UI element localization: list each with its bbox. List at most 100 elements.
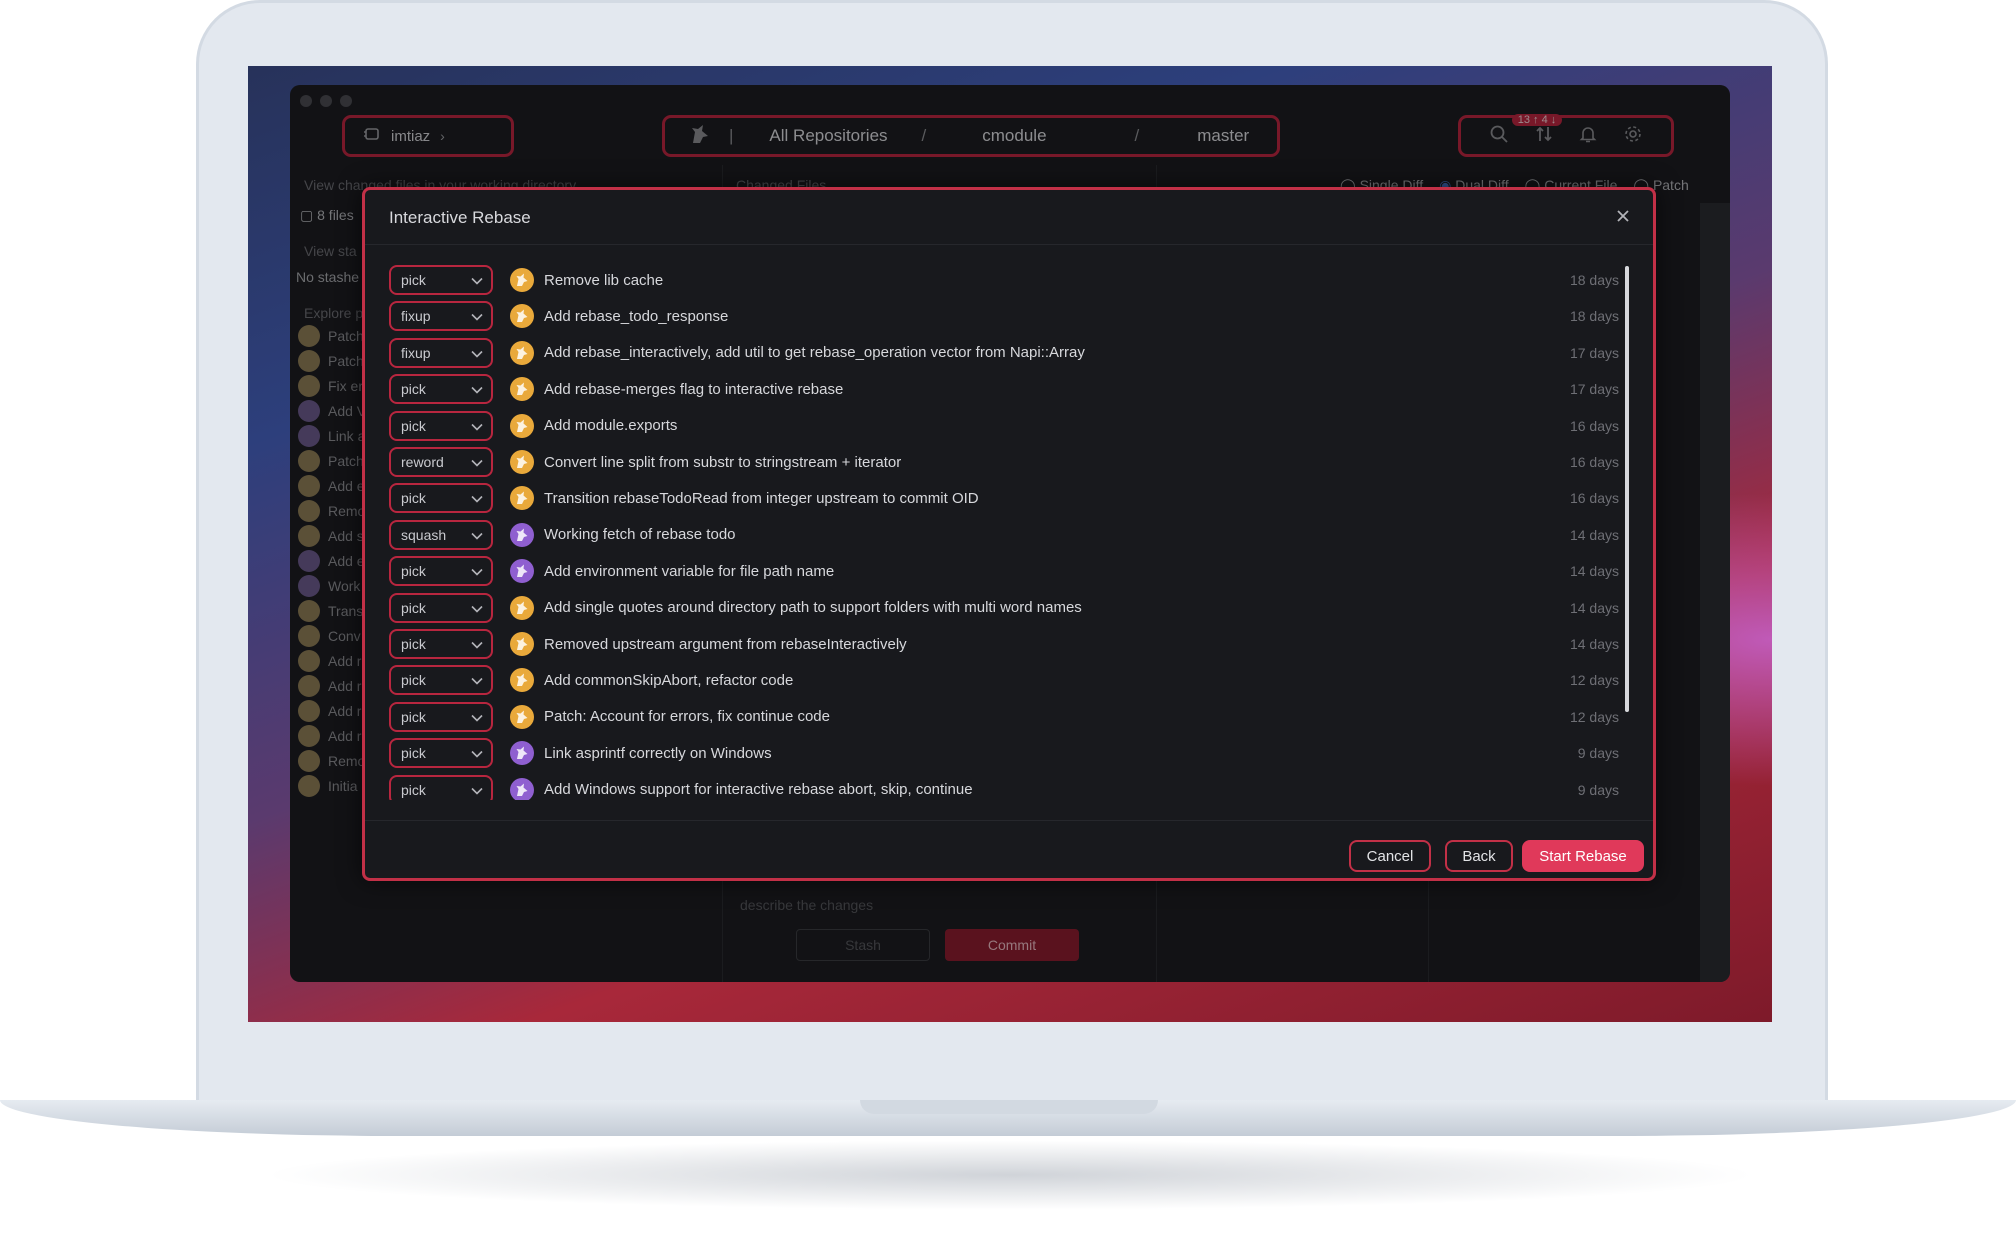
rebase-action-select[interactable]: pick [389,592,493,623]
commit-row[interactable]: pick Add single quotes around directory p… [389,592,1619,624]
author-avatar [510,413,534,438]
commit-row[interactable]: pick Add environment variable for file pa… [389,555,1619,587]
chevron-down-icon [471,527,483,543]
commit-age: 17 days [1569,381,1619,398]
rebase-action-select[interactable]: pick [389,265,493,295]
rebase-action-select[interactable]: pick [389,629,493,659]
rebase-action-select[interactable]: pick [389,774,493,800]
author-avatar [510,522,534,547]
commit-message: Add rebase_interactively, add util to ge… [544,344,1085,362]
rebase-action-value: pick [401,745,426,762]
rebase-action-select[interactable]: fixup [389,301,493,332]
chevron-down-icon [471,454,483,470]
chevron-down-icon [471,308,483,324]
rebase-action-value: pick [401,672,426,689]
author-avatar [510,777,534,800]
author-avatar [510,340,534,365]
commit-age: 9 days [1577,745,1619,762]
author-avatar [510,595,534,620]
chevron-down-icon [471,272,483,288]
rebase-action-select[interactable]: pick [389,556,493,587]
commit-age: 18 days [1569,272,1619,288]
rebase-action-value: pick [401,272,426,288]
rebase-action-select[interactable]: pick [389,483,493,514]
commit-message: Add module.exports [544,417,678,435]
laptop-notch [860,1100,1158,1114]
rebase-action-select[interactable]: fixup [389,337,493,368]
rebase-action-select[interactable]: pick [389,701,493,732]
commit-row[interactable]: pick Remove lib cache 18 days [389,264,1619,296]
commit-row[interactable]: reword Convert line split from substr to … [389,446,1619,478]
author-avatar [510,704,534,729]
chevron-down-icon [471,672,483,688]
commit-message: Convert line split from substr to string… [544,453,902,471]
author-avatar [510,486,534,511]
commit-row[interactable]: pick Link asprintf correctly on Windows 9 … [389,737,1619,769]
commit-message: Link asprintf correctly on Windows [544,744,772,762]
start-rebase-button[interactable]: Start Rebase [1522,840,1644,872]
commit-age: 12 days [1569,672,1619,689]
commit-list-scrollbar[interactable] [1625,266,1629,712]
commit-row[interactable]: pick Transition rebaseTodoRead from integ… [389,482,1619,514]
commit-row[interactable]: fixup Add rebase_interactively, add util … [389,337,1619,369]
interactive-rebase-modal: Interactive Rebase pick Remove lib cache 1… [362,187,1656,881]
commit-age: 18 days [1569,308,1619,325]
rebase-action-select[interactable]: squash [389,519,493,550]
commit-row[interactable]: squash Working fetch of rebase todo 14 day… [389,519,1619,551]
chevron-down-icon [471,418,483,434]
chevron-down-icon [471,563,483,579]
commit-age: 16 days [1569,490,1619,507]
rebase-action-select[interactable]: pick [389,374,493,405]
rebase-action-select[interactable]: pick [389,738,493,769]
rebase-action-value: fixup [401,308,431,325]
chevron-down-icon [471,636,483,652]
rebase-action-select[interactable]: pick [389,410,493,441]
commit-age: 16 days [1569,417,1619,434]
author-avatar [510,632,534,656]
author-avatar [510,268,534,292]
commit-age: 9 days [1577,781,1619,798]
commit-message: Add Windows support for interactive reba… [544,781,973,799]
cancel-button[interactable]: Cancel [1349,840,1431,872]
commit-row[interactable]: pick Patch: Account for errors, fix conti… [389,701,1619,733]
back-button[interactable]: Back [1445,840,1513,872]
commit-age: 17 days [1569,344,1619,361]
rebase-action-value: squash [401,526,447,543]
commit-row[interactable]: pick Add rebase-merges flag to interactiv… [389,373,1619,405]
rebase-action-select[interactable]: reword [389,447,493,477]
commit-age: 14 days [1569,563,1619,580]
commit-row[interactable]: pick Add Windows support for interactive … [389,774,1619,800]
rebase-action-value: pick [401,599,426,616]
rebase-action-value: pick [401,490,426,507]
laptop-shadow [260,1140,1760,1210]
commit-message: Working fetch of rebase todo [544,526,736,544]
commit-row[interactable]: pick Removed upstream argument from rebas… [389,628,1619,660]
commit-age: 12 days [1569,708,1619,725]
rebase-action-value: pick [401,636,426,652]
commit-message: Transition rebaseTodoRead from integer u… [544,489,979,507]
commit-row[interactable]: pick Add module.exports 16 days [389,410,1619,442]
commit-row[interactable]: pick Add commonSkipAbort, refactor code 12… [389,664,1619,696]
chevron-down-icon [471,709,483,725]
commit-message: Add environment variable for file path n… [544,562,835,580]
author-avatar [510,559,534,584]
chevron-down-icon [471,600,483,616]
commit-message: Add single quotes around directory path … [544,599,1082,617]
author-avatar [510,377,534,402]
modal-header-divider [365,244,1653,245]
rebase-action-select[interactable]: pick [389,665,493,696]
author-avatar [510,741,534,766]
commit-message: Removed upstream argument from rebaseInt… [544,635,907,653]
commit-age: 16 days [1569,454,1619,470]
chevron-down-icon [471,782,483,798]
commit-row[interactable]: fixup Add rebase_todo_response 18 days [389,300,1619,332]
chevron-down-icon [471,490,483,506]
commit-message: Add rebase_todo_response [544,307,729,325]
app-window: imtiaz › | All Repositories / cmodule / … [290,85,1730,982]
close-icon[interactable] [1611,204,1635,228]
author-avatar [510,450,534,474]
modal-footer-divider [365,820,1653,821]
chevron-down-icon [471,745,483,761]
modal-title: Interactive Rebase [389,208,531,227]
author-avatar [510,668,534,693]
